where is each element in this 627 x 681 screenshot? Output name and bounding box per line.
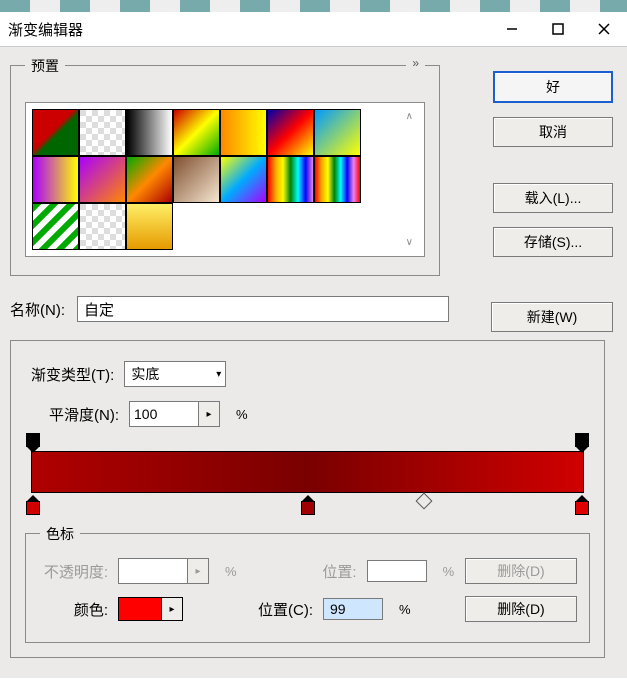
color-picker-button[interactable]: ▸ bbox=[162, 597, 183, 621]
color-swatch bbox=[118, 597, 162, 621]
preset-swatch[interactable] bbox=[314, 109, 361, 156]
color-stop[interactable] bbox=[26, 501, 40, 515]
presets-scrollbar[interactable]: ∧ ∨ bbox=[400, 109, 418, 250]
chevron-down-icon: ▾ bbox=[216, 369, 221, 380]
cancel-button[interactable]: 取消 bbox=[493, 117, 613, 147]
opacity-label: 不透明度: bbox=[38, 561, 108, 582]
gradient-type-label: 渐变类型(T): bbox=[31, 364, 114, 385]
close-button[interactable] bbox=[581, 12, 627, 46]
preset-swatch[interactable] bbox=[267, 156, 314, 203]
preset-swatch[interactable] bbox=[79, 109, 126, 156]
color-well[interactable]: ▸ bbox=[118, 597, 183, 621]
color-stop[interactable] bbox=[301, 501, 315, 515]
preset-swatch[interactable] bbox=[126, 109, 173, 156]
color-label: 颜色: bbox=[38, 599, 108, 620]
minimize-button[interactable] bbox=[489, 12, 535, 46]
preset-swatch[interactable] bbox=[32, 109, 79, 156]
presets-grid bbox=[32, 109, 400, 250]
preset-swatch[interactable] bbox=[220, 156, 267, 203]
position-bottom-label: 位置(C): bbox=[243, 599, 313, 620]
smoothness-stepper[interactable]: ▸ bbox=[199, 401, 220, 427]
scroll-down-icon[interactable]: ∨ bbox=[406, 237, 413, 248]
presets-expand-icon[interactable]: » bbox=[406, 56, 425, 70]
name-input[interactable] bbox=[77, 296, 449, 322]
load-button[interactable]: 载入(L)... bbox=[493, 183, 613, 213]
ok-button[interactable]: 好 bbox=[493, 71, 613, 103]
position-bottom-input[interactable] bbox=[323, 598, 383, 620]
titlebar: 渐变编辑器 bbox=[0, 12, 627, 47]
save-button[interactable]: 存储(S)... bbox=[493, 227, 613, 257]
maximize-button[interactable] bbox=[535, 12, 581, 46]
presets-group: 预置 » ∧ ∨ bbox=[10, 65, 440, 276]
position-top-input bbox=[367, 560, 427, 582]
preset-swatch[interactable] bbox=[173, 109, 220, 156]
scroll-up-icon[interactable]: ∧ bbox=[406, 111, 413, 122]
smoothness-pct: % bbox=[236, 407, 248, 422]
presets-legend: 预置 bbox=[25, 56, 65, 76]
delete-opacity-stop-button: 删除(D) bbox=[465, 558, 577, 584]
position-top-label: 位置: bbox=[287, 561, 357, 582]
preset-swatch[interactable] bbox=[32, 203, 79, 250]
color-stop[interactable] bbox=[575, 501, 589, 515]
gradient-group: 渐变类型(T): 实底 ▾ 平滑度(N): 100 ▸ % bbox=[10, 340, 605, 658]
preset-swatch[interactable] bbox=[220, 109, 267, 156]
preset-swatch[interactable] bbox=[126, 156, 173, 203]
gradient-bar-wrap bbox=[31, 451, 584, 493]
gradient-type-value: 实底 bbox=[131, 364, 159, 384]
opacity-pct: % bbox=[225, 564, 237, 579]
position-bottom-pct: % bbox=[399, 602, 411, 617]
delete-color-stop-button[interactable]: 删除(D) bbox=[465, 596, 577, 622]
opacity-input bbox=[118, 558, 188, 584]
gradient-bar[interactable] bbox=[31, 451, 584, 493]
opacity-stop[interactable] bbox=[26, 433, 40, 447]
preset-swatch[interactable] bbox=[79, 156, 126, 203]
color-stops-group: 色标 不透明度: ▸ % 位置: % 删除(D) 颜色: bbox=[25, 533, 590, 643]
top-artifact-strip bbox=[0, 0, 627, 12]
color-stops-legend: 色标 bbox=[40, 524, 80, 544]
preset-swatch[interactable] bbox=[32, 156, 79, 203]
smoothness-label: 平滑度(N): bbox=[49, 404, 119, 425]
window-title: 渐变编辑器 bbox=[8, 19, 83, 40]
position-top-pct: % bbox=[443, 564, 455, 579]
preset-swatch[interactable] bbox=[314, 156, 361, 203]
midpoint-handle[interactable] bbox=[416, 493, 433, 510]
preset-swatch[interactable] bbox=[267, 109, 314, 156]
new-button[interactable]: 新建(W) bbox=[491, 302, 613, 332]
preset-swatch[interactable] bbox=[126, 203, 173, 250]
preset-swatch[interactable] bbox=[173, 156, 220, 203]
opacity-stepper: ▸ bbox=[188, 558, 209, 584]
opacity-stop[interactable] bbox=[575, 433, 589, 447]
smoothness-input[interactable]: 100 bbox=[129, 401, 199, 427]
preset-swatch[interactable] bbox=[79, 203, 126, 250]
name-label: 名称(N): bbox=[10, 299, 65, 320]
gradient-type-select[interactable]: 实底 ▾ bbox=[124, 361, 226, 387]
